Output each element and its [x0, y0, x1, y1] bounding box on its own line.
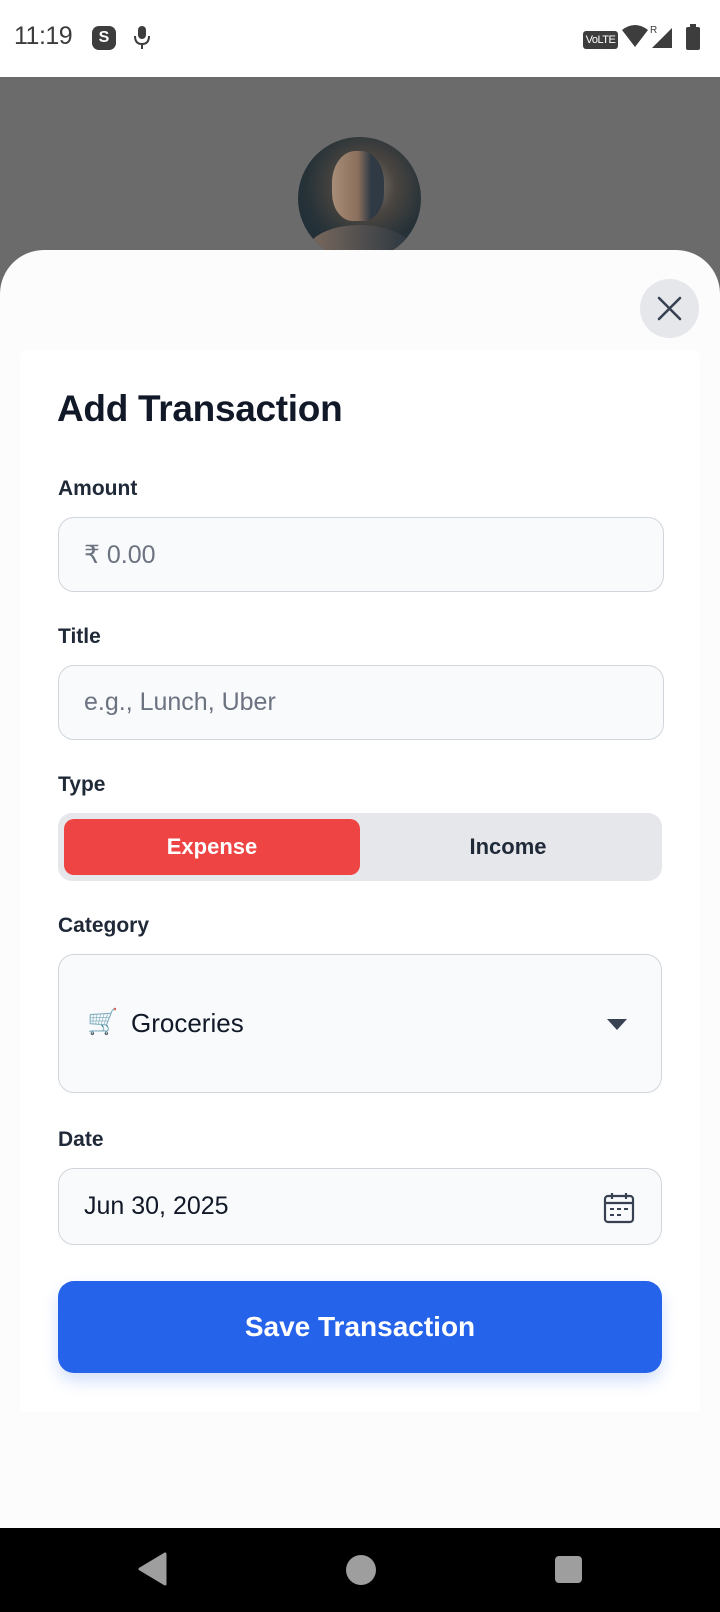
roaming-indicator: R — [650, 25, 657, 36]
category-value: Groceries — [131, 1008, 244, 1038]
category-select[interactable]: 🛒 Groceries — [58, 954, 662, 1093]
amount-placeholder: ₹ 0.00 — [84, 541, 156, 569]
signal-icon: R — [650, 25, 672, 48]
date-value: Jun 30, 2025 — [84, 1192, 229, 1220]
chevron-down-icon — [607, 1019, 627, 1030]
cart-icon: 🛒 — [87, 1008, 119, 1036]
title-placeholder: e.g., Lunch, Uber — [84, 688, 276, 716]
volte-icon: VoLTE — [583, 31, 618, 49]
category-label: Category — [58, 914, 150, 937]
date-label: Date — [58, 1128, 104, 1151]
save-transaction-button[interactable]: Save Transaction — [58, 1281, 662, 1373]
type-toggle: Expense Income — [58, 813, 662, 881]
system-nav-bar — [0, 1528, 720, 1612]
battery-icon — [686, 24, 700, 50]
amount-input[interactable]: ₹ 0.00 — [58, 517, 664, 592]
microphone-icon — [134, 26, 150, 49]
status-bar: 11:19 S VoLTE R — [0, 0, 720, 77]
app-notification-icon: S — [92, 26, 116, 50]
title-input[interactable]: e.g., Lunch, Uber — [58, 665, 664, 740]
type-label: Type — [58, 773, 106, 796]
calendar-icon[interactable] — [602, 1191, 636, 1225]
date-field[interactable]: Jun 30, 2025 — [58, 1168, 662, 1245]
wifi-icon — [622, 25, 648, 47]
back-triangle-icon[interactable] — [137, 1552, 167, 1586]
title-label: Title — [58, 625, 101, 648]
recents-square-icon[interactable] — [555, 1556, 582, 1583]
type-income-option[interactable]: Income — [360, 819, 656, 875]
form-card — [20, 350, 700, 1412]
type-expense-option[interactable]: Expense — [64, 819, 360, 875]
home-circle-icon[interactable] — [346, 1555, 376, 1585]
close-icon — [657, 296, 682, 321]
page-title: Add Transaction — [57, 388, 343, 429]
close-button[interactable] — [640, 279, 699, 338]
amount-label: Amount — [58, 477, 138, 500]
avatar — [298, 137, 421, 260]
status-time: 11:19 — [14, 22, 73, 50]
